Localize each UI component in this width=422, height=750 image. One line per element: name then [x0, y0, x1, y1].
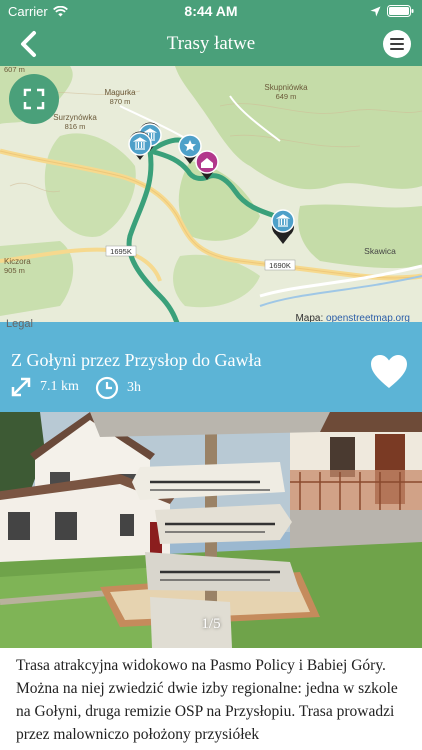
distance-stat: 7.1 km	[10, 376, 79, 398]
favorite-heart-icon[interactable]	[370, 354, 408, 390]
clock-icon	[95, 376, 119, 400]
map-label-surzynowka: Surzynówka	[53, 113, 97, 122]
map-label-road-1690k: 1690K	[269, 261, 291, 270]
menu-button[interactable]	[383, 30, 411, 58]
map-label-magurka-elev: 870 m	[110, 97, 131, 106]
map-legal-link[interactable]: Legal	[6, 318, 33, 330]
status-bar: Carrier 8:44 AM	[0, 0, 422, 22]
map-label-road-1695k: 1695K	[110, 247, 132, 256]
route-title: Z Gołyni przez Przysłop do Gawła	[11, 350, 262, 370]
duration-value: 3h	[127, 380, 141, 395]
diagonal-arrows-icon	[11, 377, 31, 397]
map-label-kiczora-elev: 905 m	[4, 266, 25, 275]
page-title: Trasy łatwe	[166, 33, 256, 54]
clock: 8:44 AM	[184, 3, 238, 19]
route-photo	[0, 412, 422, 648]
route-map[interactable]: 1695K 1690K Magurka 870 m Surzynówka 816…	[0, 66, 422, 326]
map-canvas: 1695K 1690K Magurka 870 m Surzynówka 816…	[0, 66, 422, 326]
map-label-surzynowka-elev: 816 m	[65, 122, 86, 131]
hamburger-icon-line	[390, 43, 404, 45]
map-label-skupniowka: Skupniówka	[264, 83, 308, 92]
map-label-skupniowka-elev: 649 m	[276, 92, 297, 101]
hamburger-icon	[390, 38, 404, 40]
banner-wave-shape	[0, 322, 422, 342]
navigation-bar: Trasy łatwe	[0, 22, 422, 66]
photo-counter: 1/5	[201, 616, 221, 632]
map-label-kiczora: Kiczora	[4, 257, 31, 266]
fullscreen-icon	[23, 88, 45, 110]
route-description: Trasa atrakcyjna widokowo na Pasmo Polic…	[16, 657, 398, 743]
route-photo-gallery[interactable]	[0, 412, 422, 648]
map-label-skawica: Skawica	[364, 246, 396, 256]
duration-stat: 3h	[95, 376, 141, 400]
map-label-magurka: Magurka	[104, 88, 136, 97]
map-label-elev-607: 607 m	[4, 66, 25, 74]
fullscreen-button[interactable]	[9, 74, 59, 124]
distance-value: 7.1 km	[40, 379, 79, 394]
hamburger-icon-line	[390, 48, 404, 50]
